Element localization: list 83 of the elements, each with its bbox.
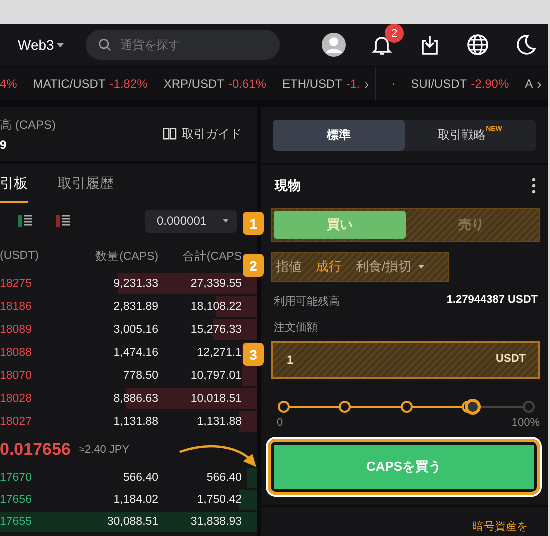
amount-cell-text: 566.40: [122, 472, 159, 484]
globe-icon[interactable]: [466, 33, 490, 57]
last-price: 0.017656: [0, 440, 71, 460]
total-cell-text: 18,108.22: [190, 300, 242, 312]
precision-dropdown[interactable]: 0.000001: [145, 210, 237, 232]
total-cell-text: 566.40: [206, 472, 242, 484]
chevron-right-icon[interactable]: ›: [537, 76, 542, 92]
total-cell-text: 15,276.33: [190, 324, 242, 336]
amount-cell-text: 30,088.51: [106, 516, 159, 528]
bids-layout-icon[interactable]: [18, 214, 32, 228]
notification-count: 2: [385, 24, 404, 43]
total-cell-text: 1,750.42: [196, 494, 242, 506]
slider-max-label: 100%: [512, 417, 540, 429]
avatar-icon[interactable]: [322, 33, 346, 57]
search-icon: [98, 38, 112, 52]
moon-icon[interactable]: [514, 33, 538, 57]
price-cell-text: 17670: [0, 472, 33, 484]
caret-icon[interactable]: [418, 265, 425, 270]
price-cell-text: 18089: [0, 324, 33, 336]
total-cell-text: 12,271.1: [196, 346, 242, 358]
order-type-tab[interactable]: 指値: [276, 258, 302, 276]
ticker-pair[interactable]: ETH/USDT: [282, 76, 343, 90]
price-cell-text: 18275: [0, 278, 33, 290]
available-balance-label: 利用可能残高: [274, 294, 340, 309]
amount-cell-text: 2,831.89: [112, 300, 159, 312]
column-header: 数量(CAPS): [94, 250, 159, 264]
step-badge: 3: [243, 343, 264, 366]
ticker-change: 4%: [0, 76, 18, 90]
total-cell-text: 10,018.51: [190, 392, 242, 404]
price-cell-text: 17655: [0, 516, 33, 528]
slider-min-label: 0: [277, 417, 284, 429]
web3-menu[interactable]: Web3: [18, 37, 64, 53]
caret-icon: [223, 219, 229, 223]
mode-tab[interactable]: 標準: [273, 120, 404, 151]
ticker-pair[interactable]: A: [525, 76, 534, 90]
search-field[interactable]: 通貨を探す: [86, 30, 280, 60]
orderbook-tab[interactable]: 取引履歴: [58, 167, 114, 203]
balance-label: 高 (CAPS): [0, 116, 56, 134]
order-type-tab[interactable]: 成行: [316, 258, 342, 276]
footer-link[interactable]: 暗号資産を: [473, 519, 528, 534]
step-badge: 2: [243, 254, 264, 277]
step-badge: 1: [243, 212, 264, 235]
price-cell-text: 18027: [0, 416, 33, 428]
ticker-pair[interactable]: XRP/USDT: [164, 76, 225, 90]
ticker-change: -0.61%: [228, 76, 267, 90]
price-cell-text: 17656: [0, 494, 33, 506]
total-cell-text: 31,838.93: [190, 516, 242, 528]
amount-cell-text: 1,131.88: [112, 416, 159, 428]
amount-cell-text: 3,005.16: [112, 324, 159, 336]
ticker-pair[interactable]: MATIC/USDT: [33, 76, 106, 90]
price-cell-text: 18088: [0, 346, 33, 358]
price-cell-text: 18028: [0, 392, 33, 404]
column-header: (USDT): [0, 250, 40, 262]
asks-layout-icon[interactable]: [56, 214, 70, 228]
book-icon: [163, 128, 177, 140]
section-title: 現物: [275, 177, 301, 196]
price-cell-text: 18070: [0, 370, 33, 382]
amount-cell-text: 9,231.33: [112, 278, 159, 290]
price-cell-text: 18186: [0, 300, 33, 312]
price-approx: ≈2.40 JPY: [78, 444, 130, 456]
trading-guide-link[interactable]: 取引ガイド: [163, 126, 242, 142]
amount-cell-text: 778.50: [122, 370, 159, 382]
chevron-right-icon[interactable]: ›: [364, 76, 370, 92]
orderbook-tab[interactable]: 引板: [0, 167, 28, 203]
total-cell-text: 27,339.55: [190, 278, 242, 290]
amount-cell-text: 1,184.02: [112, 494, 159, 506]
total-cell-text: 1,131.88: [196, 416, 242, 428]
ticker-change: -1.: [346, 76, 361, 90]
balance-value: 9: [0, 138, 8, 152]
mode-tab[interactable]: 取引戦略$^{NEW}$: [404, 120, 536, 151]
total-cell-text: 10,797.01: [190, 370, 242, 382]
more-icon[interactable]: [532, 178, 536, 194]
order-amount-label: 注文価額: [273, 320, 319, 335]
currency-unit: USDT: [496, 353, 526, 365]
amount-cell-text: 1,474.16: [112, 346, 159, 358]
ticker-pair[interactable]: SUI/USDT: [411, 76, 468, 90]
ticker-change: -2.90%: [471, 76, 510, 90]
available-balance-value: 1.27944387 USDT: [446, 294, 538, 308]
column-header: 合計(CAPS: [182, 249, 242, 264]
order-type-tab[interactable]: 利食/損切: [356, 258, 412, 276]
caret-icon: [57, 42, 64, 48]
ticker-change: -1.82%: [110, 76, 148, 90]
amount-cell-text: 8,886.63: [112, 392, 159, 404]
